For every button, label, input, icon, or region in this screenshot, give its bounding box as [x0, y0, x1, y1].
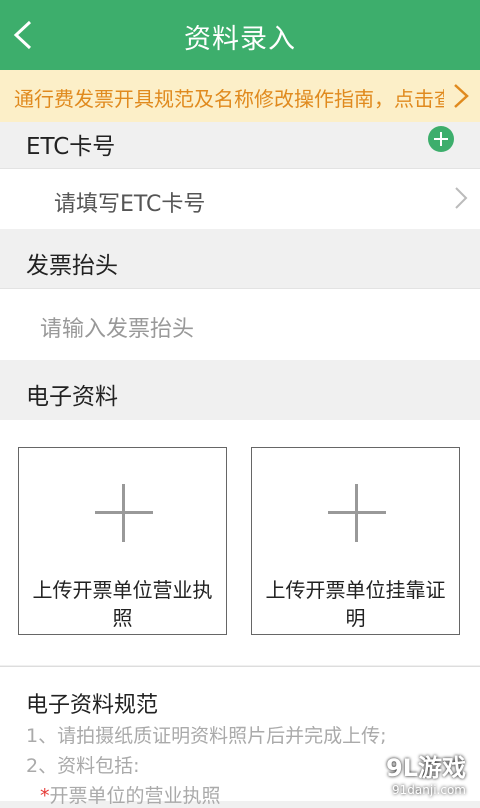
rule-line-1: 1、请拍摄纸质证明资料照片后并完成上传; [26, 725, 387, 747]
rules-title: 电子资料规范 [26, 693, 159, 718]
etc-section-header: ETC卡号 [0, 122, 480, 168]
app-header: 资料录入 [0, 0, 480, 70]
notice-text: 通行费发票开具规范及名称修改操作指南，点击查看 [14, 87, 444, 111]
rule-item-1-text: 开票单位的营业执照 [49, 785, 221, 807]
watermark-sub: 91danji.com [392, 783, 466, 797]
invoice-section-header: 发票抬头 [0, 229, 480, 288]
invoice-title-placeholder: 请输入发票抬头 [40, 317, 195, 342]
chevron-right-icon [455, 187, 468, 209]
rule-line-2: 2、资料包括: [26, 755, 140, 777]
invoice-title-input[interactable]: 请输入发票抬头 [0, 288, 480, 361]
upload-affiliation-proof-label: 上传开票单位挂靠证明 [265, 578, 446, 630]
required-star: * [40, 785, 50, 807]
plus-icon [95, 484, 153, 542]
invoice-section-label: 发票抬头 [26, 253, 118, 279]
watermark-main: 9L游戏 [386, 754, 466, 782]
plus-circle-icon[interactable] [428, 126, 454, 152]
etc-card-field[interactable]: 请填写ETC卡号 [0, 168, 480, 230]
documents-section-label: 电子资料 [26, 384, 118, 410]
rule-item-1: *开票单位的营业执照 [40, 781, 221, 808]
upload-affiliation-proof-button[interactable]: 上传开票单位挂靠证明 [251, 447, 460, 635]
plus-icon [328, 484, 386, 542]
documents-section-header: 电子资料 [0, 360, 480, 420]
chevron-right-icon [454, 84, 469, 108]
page-title: 资料录入 [184, 24, 296, 55]
etc-card-placeholder: 请填写ETC卡号 [54, 192, 206, 217]
notice-banner[interactable]: 通行费发票开具规范及名称修改操作指南，点击查看 [0, 70, 480, 122]
upload-area: 上传开票单位营业执照 上传开票单位挂靠证明 [0, 420, 480, 665]
etc-section-label: ETC卡号 [26, 134, 116, 160]
watermark-logo: 9L游戏 91danji.com [386, 748, 466, 797]
upload-business-license-label: 上传开票单位营业执照 [32, 578, 213, 630]
upload-business-license-button[interactable]: 上传开票单位营业执照 [18, 447, 227, 635]
